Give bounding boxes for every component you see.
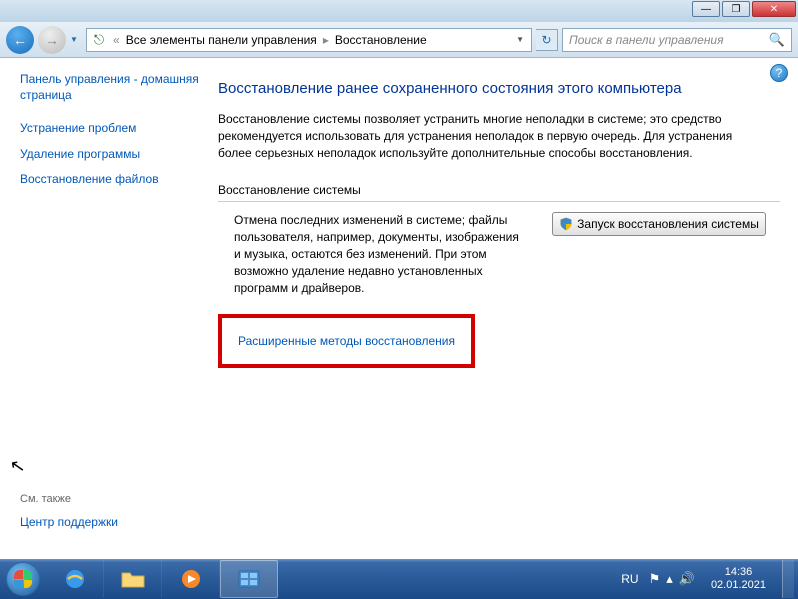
close-button[interactable]: ✕: [752, 1, 796, 17]
forward-button[interactable]: →: [38, 26, 66, 54]
minimize-button[interactable]: —: [692, 1, 720, 17]
action-center-icon[interactable]: ⚑: [649, 571, 661, 587]
windows-logo-icon: [6, 562, 40, 596]
arrow-right-icon: →: [45, 32, 59, 48]
control-panel-icon: [236, 568, 262, 590]
page-description: Восстановление системы позволяет устрани…: [218, 111, 758, 161]
help-icon[interactable]: ?: [770, 64, 788, 82]
breadcrumb-item[interactable]: Восстановление: [335, 33, 427, 47]
search-icon: 🔍: [769, 32, 785, 48]
start-button[interactable]: [0, 559, 46, 599]
volume-icon[interactable]: 🔊: [679, 571, 695, 587]
shield-icon: [559, 217, 573, 231]
taskbar-explorer[interactable]: [104, 560, 162, 598]
refresh-button[interactable]: ↻: [536, 29, 558, 51]
restore-description: Отмена последних изменений в системе; фа…: [218, 212, 528, 296]
section-title: Восстановление системы: [218, 183, 780, 202]
search-placeholder: Поиск в панели управления: [569, 33, 724, 47]
taskbar-media-player[interactable]: [162, 560, 220, 598]
see-also-label: См. также: [20, 493, 200, 505]
advanced-recovery-link[interactable]: Расширенные методы восстановления: [238, 334, 455, 348]
page-title: Восстановление ранее сохраненного состоя…: [218, 80, 780, 97]
sidebar-troubleshoot-link[interactable]: Устранение проблем: [20, 121, 200, 137]
address-dropdown-icon[interactable]: ▼: [513, 35, 527, 44]
control-panel-icon: ⎋: [91, 32, 107, 48]
breadcrumb-item[interactable]: Все элементы панели управления: [126, 33, 317, 47]
refresh-icon: ↻: [541, 33, 551, 47]
clock[interactable]: 14:36 02.01.2021: [705, 566, 772, 592]
main-area: Панель управления - домашняя страница Ус…: [0, 58, 798, 559]
back-button[interactable]: ←: [6, 26, 34, 54]
folder-icon: [120, 568, 146, 590]
system-tray: RU ⚑ ▴ 🔊 14:36 02.01.2021: [621, 560, 798, 598]
sidebar-uninstall-link[interactable]: Удаление программы: [20, 147, 200, 163]
sidebar-support-center-link[interactable]: Центр поддержки: [20, 515, 200, 531]
window-titlebar: — ❐ ✕: [0, 0, 798, 22]
ie-icon: [62, 568, 88, 590]
sidebar-restore-files-link[interactable]: Восстановление файлов: [20, 172, 200, 188]
media-player-icon: [178, 568, 204, 590]
button-label: Запуск восстановления системы: [577, 217, 759, 231]
address-bar[interactable]: ⎋ « Все элементы панели управления ▸ Вос…: [86, 28, 532, 52]
search-input[interactable]: Поиск в панели управления 🔍: [562, 28, 792, 52]
breadcrumb-sep: ▸: [323, 33, 329, 47]
arrow-left-icon: ←: [13, 32, 27, 48]
taskbar-control-panel[interactable]: [220, 560, 278, 598]
breadcrumb-sep: «: [113, 33, 120, 47]
sidebar-home-link[interactable]: Панель управления - домашняя страница: [20, 72, 200, 103]
language-indicator[interactable]: RU: [621, 572, 638, 586]
maximize-button[interactable]: ❐: [722, 1, 750, 17]
taskbar: RU ⚑ ▴ 🔊 14:36 02.01.2021: [0, 559, 798, 599]
navigation-bar: ← → ▼ ⎋ « Все элементы панели управления…: [0, 22, 798, 58]
taskbar-ie[interactable]: [46, 560, 104, 598]
history-dropdown[interactable]: ▼: [70, 35, 82, 44]
highlighted-box: Расширенные методы восстановления: [218, 314, 475, 368]
date-label: 02.01.2021: [711, 579, 766, 592]
sidebar: Панель управления - домашняя страница Ус…: [0, 58, 210, 559]
start-system-restore-button[interactable]: Запуск восстановления системы: [552, 212, 766, 236]
show-desktop-button[interactable]: [782, 560, 794, 598]
time-label: 14:36: [711, 566, 766, 579]
tray-overflow-icon[interactable]: ▴: [666, 571, 673, 587]
content-pane: ? Восстановление ранее сохраненного сост…: [210, 58, 798, 559]
